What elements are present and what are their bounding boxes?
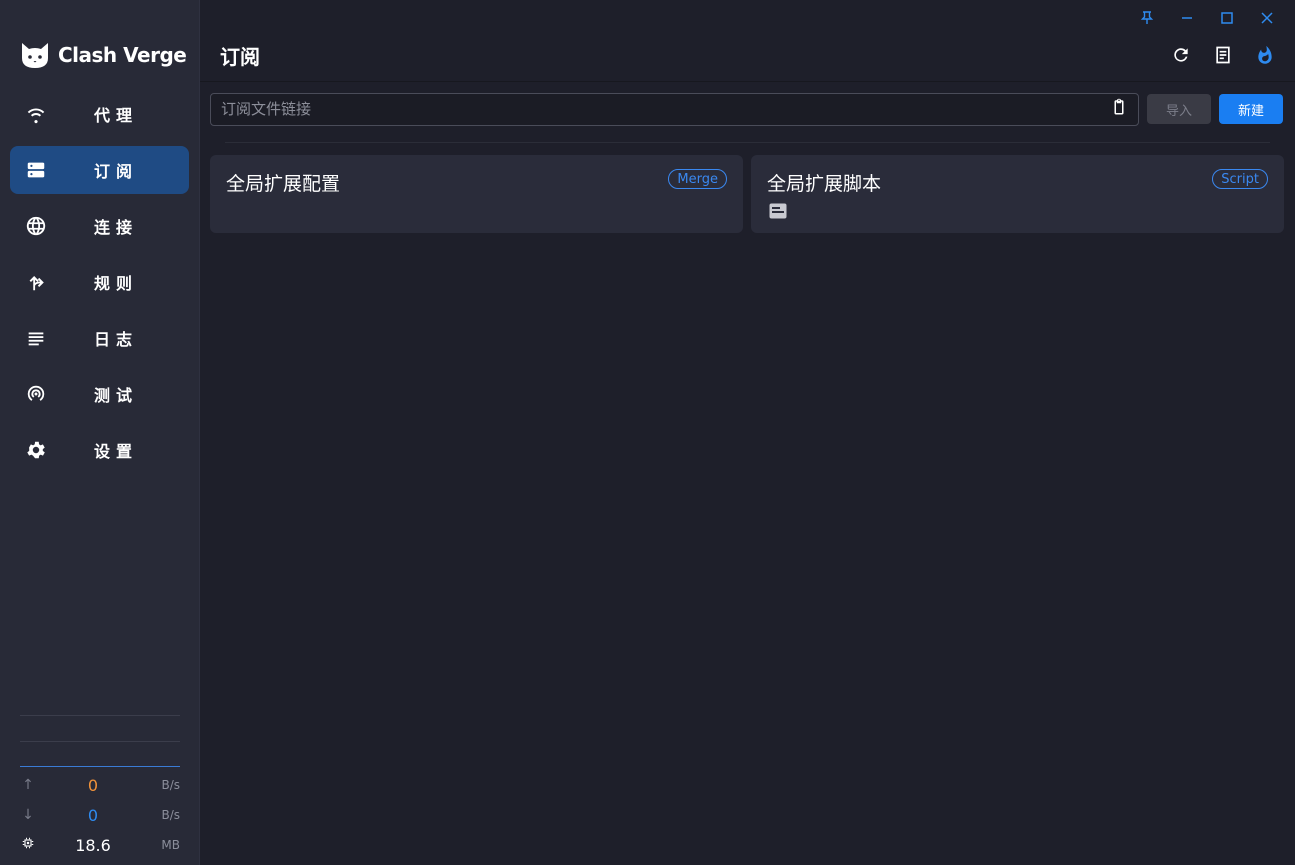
download-value: 0 — [87, 805, 99, 825]
window-controls — [1127, 6, 1287, 30]
memory-value: 18.6 — [75, 835, 111, 855]
server-icon — [24, 158, 48, 182]
app-window: Clash Verge 代理 订阅 连接 规则 日志 测试 设置 ↑ 0 B/s… — [0, 0, 1295, 865]
cat-logo-icon — [22, 43, 48, 68]
download-unit: B/s — [161, 808, 180, 822]
header-actions — [1169, 43, 1277, 67]
upload-value: 0 — [87, 775, 99, 795]
upload-unit: B/s — [161, 778, 180, 792]
pin-icon — [1140, 11, 1154, 24]
profile-type-badge: Script — [1212, 169, 1268, 189]
memory-usage: 18.6 MB — [20, 833, 180, 857]
sidebar-item-label: 代理 — [94, 106, 139, 125]
gear-icon — [24, 438, 48, 462]
page-title: 订阅 — [220, 44, 260, 69]
close-button[interactable] — [1247, 6, 1287, 30]
clipboard-icon[interactable] — [1110, 98, 1128, 120]
sidebar-item-label: 订阅 — [94, 162, 139, 181]
sidebar-item-connections[interactable]: 连接 — [10, 202, 189, 250]
sidebar-item-label: 连接 — [94, 218, 139, 237]
refresh-icon — [1174, 48, 1188, 62]
file-icon[interactable] — [769, 203, 787, 223]
pin-button[interactable] — [1127, 6, 1167, 30]
minimize-button[interactable] — [1167, 6, 1207, 30]
sidebar-item-proxy[interactable]: 代理 — [10, 90, 189, 138]
header-divider — [200, 81, 1295, 82]
memory-unit: MB — [161, 838, 180, 852]
page-header: 订阅 — [200, 30, 1295, 80]
flame-button[interactable] — [1253, 43, 1277, 67]
sidebar-item-rules[interactable]: 规则 — [10, 258, 189, 306]
sidebar-divider — [20, 741, 180, 742]
arrow-down-icon: ↓ — [22, 807, 34, 823]
import-button[interactable]: 导入 — [1147, 94, 1211, 124]
arrow-up-icon: ↑ — [22, 777, 34, 793]
minimize-icon — [1182, 17, 1192, 19]
profile-toolbar: 导入 新建 — [210, 92, 1283, 126]
app-logo: Clash Verge — [20, 38, 187, 72]
sidebar-item-label: 测试 — [94, 386, 139, 405]
sidebar-item-profiles[interactable]: 订阅 — [10, 146, 189, 194]
sidebar-item-label: 日志 — [94, 330, 139, 349]
sidebar: Clash Verge 代理 订阅 连接 规则 日志 测试 设置 ↑ 0 B/s… — [0, 0, 200, 865]
fork-icon — [24, 270, 48, 294]
sidebar-item-test[interactable]: 测试 — [10, 370, 189, 418]
subscription-url-field[interactable] — [210, 92, 1139, 126]
sidebar-nav: 代理 订阅 连接 规则 日志 测试 设置 — [10, 90, 189, 482]
subscription-url-input[interactable] — [221, 100, 1110, 118]
radar-icon — [24, 382, 48, 406]
list-icon — [24, 326, 48, 350]
traffic-graph-line — [20, 766, 180, 767]
document-icon — [1216, 46, 1230, 64]
sidebar-item-logs[interactable]: 日志 — [10, 314, 189, 362]
download-speed: ↓ 0 B/s — [20, 803, 180, 827]
main-content: 订阅 导入 新建 — [200, 0, 1295, 865]
profile-title: 全局扩展配置 — [226, 173, 341, 195]
profile-title: 全局扩展脚本 — [767, 173, 882, 195]
profile-card-merge[interactable]: 全局扩展配置 Merge — [210, 155, 743, 233]
flame-icon — [1258, 45, 1272, 64]
globe-icon — [24, 214, 48, 238]
maximize-button[interactable] — [1207, 6, 1247, 30]
wifi-icon — [24, 102, 48, 126]
profile-card-script[interactable]: 全局扩展脚本 Script — [751, 155, 1284, 233]
sidebar-divider — [20, 715, 180, 716]
upload-speed: ↑ 0 B/s — [20, 773, 180, 797]
refresh-button[interactable] — [1169, 43, 1193, 67]
maximize-icon — [1221, 12, 1233, 24]
list-divider — [225, 142, 1270, 143]
sidebar-item-label: 设置 — [94, 442, 139, 461]
app-name: Clash Verge — [58, 43, 187, 67]
sidebar-item-settings[interactable]: 设置 — [10, 426, 189, 474]
memory-chip-icon — [20, 837, 36, 853]
new-profile-button[interactable]: 新建 — [1219, 94, 1283, 124]
profile-type-badge: Merge — [668, 169, 727, 189]
sidebar-item-label: 规则 — [94, 274, 139, 293]
close-icon — [1261, 12, 1273, 24]
document-button[interactable] — [1211, 43, 1235, 67]
